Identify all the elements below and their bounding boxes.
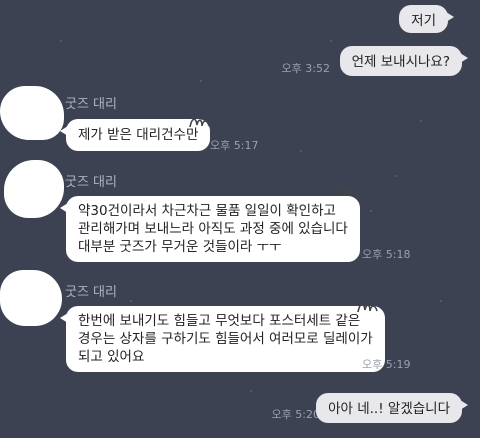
message-text: 저기 bbox=[411, 13, 436, 29]
message-line: 한번에 보내기도 힘들고 무엇보다 포스터세트 같은 bbox=[78, 313, 361, 329]
message-text: 아아 네..! 알겠습니다 bbox=[328, 401, 450, 417]
sender-name: 굿즈 대리 bbox=[65, 285, 117, 300]
avatar-censored-icon bbox=[0, 86, 64, 140]
message-bubble-received[interactable]: 약30건이라서 차근차근 물품 일일이 확인하고 관리해가며 보내느라 아직도 … bbox=[60, 196, 360, 262]
message-line: 대부분 굿즈가 무거운 것들이라 ㅜㅜ bbox=[78, 239, 282, 255]
message-timestamp: 오후 5:18 bbox=[362, 248, 411, 261]
message-line: 약30건이라서 차근차근 물품 일일이 확인하고 bbox=[78, 203, 336, 219]
avatar-censored-icon bbox=[0, 270, 62, 326]
message-text: 언제 보내시나요? bbox=[351, 54, 450, 70]
sender-name: 굿즈 대리 bbox=[65, 175, 117, 190]
message-bubble-sent[interactable]: 아아 네..! 알겠습니다 bbox=[316, 393, 468, 423]
message-timestamp: 오후 5:17 bbox=[210, 139, 259, 152]
message-text: 제가 받은 대리건수만 bbox=[78, 127, 199, 143]
message-bubble-received[interactable]: 한번에 보내기도 힘들고 무엇보다 포스터세트 같은 경우는 상자를 구하기도 … bbox=[60, 306, 385, 372]
message-timestamp: 오후 5:20 bbox=[271, 408, 320, 421]
message-timestamp: 오후 5:19 bbox=[362, 358, 411, 371]
sender-name: 굿즈 대리 bbox=[65, 97, 117, 112]
message-bubble-sent[interactable]: 저기 bbox=[399, 5, 454, 33]
censor-scribble-icon bbox=[357, 303, 378, 313]
message-timestamp: 오후 3:52 bbox=[281, 62, 330, 75]
message-line: 경우는 상자를 구하기도 힘들어서 여러모로 딜레이가 bbox=[78, 331, 373, 347]
avatar-censored-icon bbox=[4, 160, 64, 218]
message-line: 관리해가며 보내느라 아직도 과정 중에 있습니다 bbox=[78, 221, 348, 237]
message-line: 되고 있어요 bbox=[78, 349, 145, 365]
censor-scribble-icon bbox=[189, 118, 210, 128]
message-bubble-sent[interactable]: 언제 보내시나요? bbox=[339, 46, 469, 76]
censor-scribble-icon bbox=[337, 187, 358, 197]
